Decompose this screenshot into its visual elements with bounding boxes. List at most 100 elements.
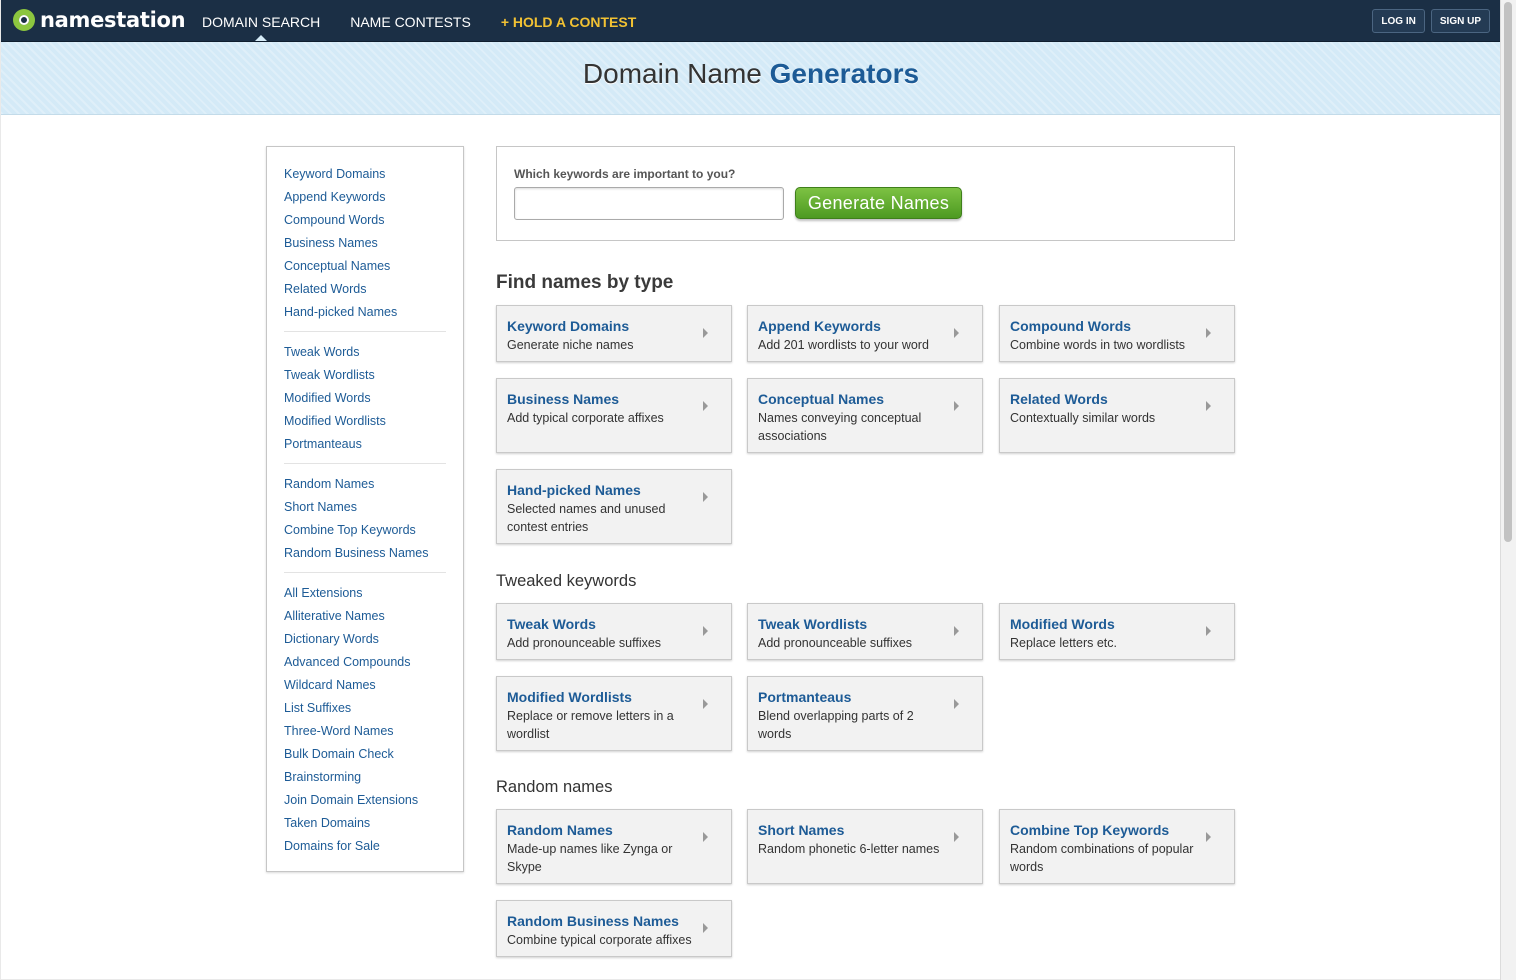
page-banner: Domain Name Generators	[1, 42, 1501, 115]
caret-right-icon	[703, 328, 708, 338]
sidebar-link[interactable]: Compound Words	[284, 209, 446, 232]
generator-card-description: Add typical corporate affixes	[507, 411, 664, 425]
caret-right-icon	[954, 328, 959, 338]
sidebar-link[interactable]: All Extensions	[284, 582, 446, 605]
generator-card[interactable]: Modified Words Replace letters etc.	[999, 603, 1235, 660]
sidebar-link[interactable]: Append Keywords	[284, 186, 446, 209]
sidebar-group: Random Names Short Names Combine Top Keywo…	[284, 463, 446, 565]
nav-domain-search[interactable]: DOMAIN SEARCH	[187, 0, 335, 41]
generator-card[interactable]: Portmanteaus Blend overlapping parts of 2…	[747, 676, 983, 751]
generator-card[interactable]: Random Names Made-up names like Zynga or …	[496, 809, 732, 884]
keyword-input-label: Which keywords are important to you?	[514, 167, 736, 181]
generator-card-title[interactable]: Conceptual Names	[758, 391, 948, 407]
generator-card-description: Replace or remove letters in a wordlist	[507, 709, 674, 741]
site-logo-text: namestation	[40, 8, 186, 32]
generator-card-title[interactable]: Business Names	[507, 391, 697, 407]
generator-card[interactable]: Short Names Random phonetic 6-letter name…	[747, 809, 983, 884]
caret-right-icon	[703, 923, 708, 933]
generator-card-title[interactable]: Short Names	[758, 822, 948, 838]
generator-card[interactable]: Tweak Words Add pronounceable suffixes	[496, 603, 732, 660]
caret-right-icon	[1206, 832, 1211, 842]
generator-card-title[interactable]: Random Names	[507, 822, 697, 838]
caret-right-icon	[703, 492, 708, 502]
sidebar-link[interactable]: Brainstorming	[284, 766, 446, 789]
sidebar-link[interactable]: Bulk Domain Check	[284, 743, 446, 766]
vertical-scrollbar[interactable]	[1500, 0, 1516, 980]
generator-card[interactable]: Business Names Add typical corporate affi…	[496, 378, 732, 453]
scrollbar-thumb[interactable]	[1504, 2, 1512, 542]
generator-card[interactable]: Modified Wordlists Replace or remove lett…	[496, 676, 732, 751]
sidebar-link[interactable]: Combine Top Keywords	[284, 519, 446, 542]
generator-card-title[interactable]: Modified Wordlists	[507, 689, 697, 705]
generator-card[interactable]: Compound Words Combine words in two wordl…	[999, 305, 1235, 362]
generator-card-description: Combine typical corporate affixes	[507, 933, 692, 947]
sidebar-link[interactable]: Business Names	[284, 232, 446, 255]
generator-card[interactable]: Combine Top Keywords Random combinations …	[999, 809, 1235, 884]
sidebar-link[interactable]: Three-Word Names	[284, 720, 446, 743]
caret-right-icon	[954, 626, 959, 636]
generator-card[interactable]: Random Business Names Combine typical cor…	[496, 900, 732, 957]
sidebar-link[interactable]: Alliterative Names	[284, 605, 446, 628]
generate-names-button[interactable]: Generate Names	[795, 187, 962, 219]
sidebar-link[interactable]: Random Business Names	[284, 542, 446, 565]
caret-right-icon	[703, 626, 708, 636]
generator-card-title[interactable]: Combine Top Keywords	[1010, 822, 1200, 838]
login-button[interactable]: LOG IN	[1372, 9, 1425, 33]
generator-card-title[interactable]: Modified Words	[1010, 616, 1200, 632]
generator-card-description: Random phonetic 6-letter names	[758, 842, 940, 856]
generator-card-title[interactable]: Random Business Names	[507, 913, 697, 929]
sidebar-link[interactable]: Random Names	[284, 473, 446, 496]
sidebar-link[interactable]: Dictionary Words	[284, 628, 446, 651]
sidebar-link[interactable]: Wildcard Names	[284, 674, 446, 697]
nav-name-contests[interactable]: NAME CONTESTS	[335, 0, 486, 41]
sidebar-link[interactable]: Conceptual Names	[284, 255, 446, 278]
generator-card[interactable]: Append Keywords Add 201 wordlists to your…	[747, 305, 983, 362]
generator-card-title[interactable]: Append Keywords	[758, 318, 948, 334]
site-logo[interactable]: namestation	[13, 8, 186, 32]
generator-card[interactable]: Keyword Domains Generate niche names	[496, 305, 732, 362]
sidebar-link[interactable]: Portmanteaus	[284, 433, 446, 456]
generator-card-title[interactable]: Compound Words	[1010, 318, 1200, 334]
generator-card-title[interactable]: Hand-picked Names	[507, 482, 697, 498]
sidebar-group: Keyword Domains Append Keywords Compound W…	[267, 163, 463, 324]
caret-right-icon	[954, 401, 959, 411]
sidebar-link[interactable]: Related Words	[284, 278, 446, 301]
caret-right-icon	[703, 699, 708, 709]
sidebar-link[interactable]: Advanced Compounds	[284, 651, 446, 674]
page-title: Domain Name Generators	[1, 58, 1501, 90]
generator-card[interactable]: Conceptual Names Names conveying conceptu…	[747, 378, 983, 453]
generator-card-description: Random combinations of popular words	[1010, 842, 1194, 874]
sidebar-link[interactable]: List Suffixes	[284, 697, 446, 720]
namestation-logo-icon	[13, 9, 35, 31]
generator-card[interactable]: Hand-picked Names Selected names and unus…	[496, 469, 732, 544]
generator-card-title[interactable]: Related Words	[1010, 391, 1200, 407]
keyword-input[interactable]	[514, 187, 784, 220]
generator-card[interactable]: Tweak Wordlists Add pronounceable suffixe…	[747, 603, 983, 660]
generator-card-title[interactable]: Keyword Domains	[507, 318, 697, 334]
generator-card-title[interactable]: Portmanteaus	[758, 689, 948, 705]
sidebar-link[interactable]: Taken Domains	[284, 812, 446, 835]
generator-card-description: Selected names and unused contest entrie…	[507, 502, 666, 534]
section-title: Tweaked keywords	[496, 572, 637, 590]
caret-right-icon	[1206, 328, 1211, 338]
nav-hold-a-contest[interactable]: + HOLD A CONTEST	[486, 0, 651, 41]
sidebar-link[interactable]: Join Domain Extensions	[284, 789, 446, 812]
generator-card-description: Add pronounceable suffixes	[758, 636, 913, 650]
generator-card-title[interactable]: Tweak Words	[507, 616, 697, 632]
sidebar-link[interactable]: Modified Wordlists	[284, 410, 446, 433]
keyword-search-box: Which keywords are important to you? Gen…	[496, 146, 1235, 241]
sidebar-link[interactable]: Short Names	[284, 496, 446, 519]
sidebar-link[interactable]: Hand-picked Names	[284, 301, 446, 324]
caret-right-icon	[954, 832, 959, 842]
signup-button[interactable]: SIGN UP	[1430, 9, 1490, 33]
sidebar-link[interactable]: Modified Words	[284, 387, 446, 410]
generator-sidebar: Keyword Domains Append Keywords Compound W…	[266, 146, 464, 872]
generator-card-description: Blend overlapping parts of 2 words	[758, 709, 914, 741]
generator-card-title[interactable]: Tweak Wordlists	[758, 616, 948, 632]
generator-card[interactable]: Related Words Contextually similar words	[999, 378, 1235, 453]
sidebar-link[interactable]: Domains for Sale	[284, 835, 446, 858]
sidebar-link[interactable]: Keyword Domains	[284, 163, 446, 186]
sidebar-link[interactable]: Tweak Words	[284, 341, 446, 364]
caret-right-icon	[703, 401, 708, 411]
sidebar-link[interactable]: Tweak Wordlists	[284, 364, 446, 387]
